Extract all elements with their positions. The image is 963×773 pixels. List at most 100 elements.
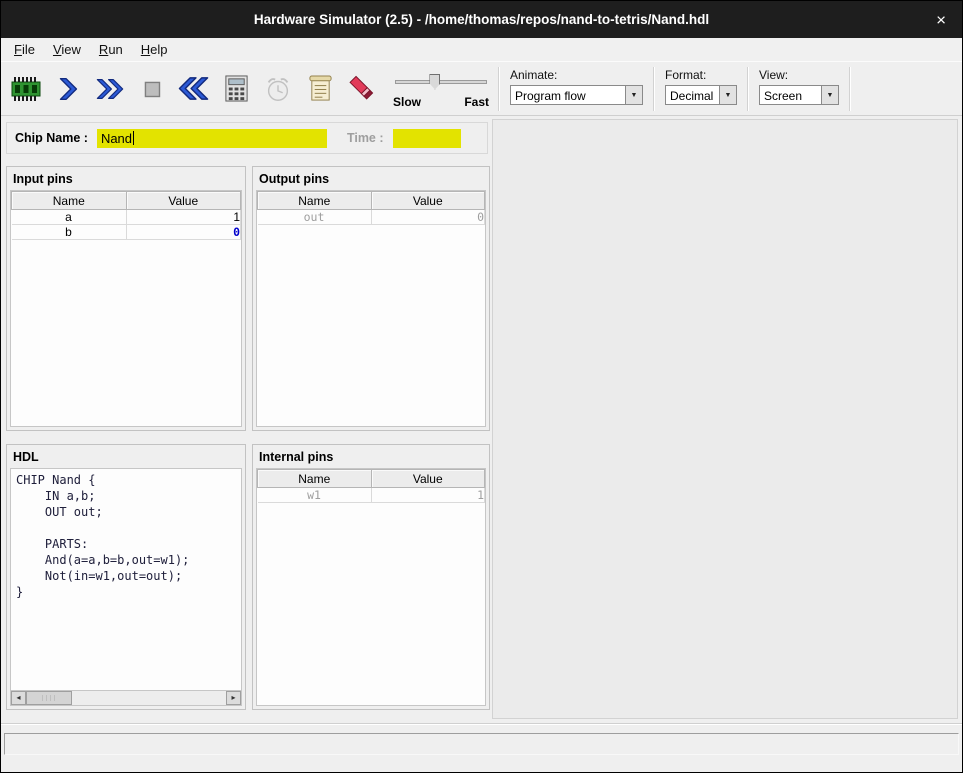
- breakpoints-button[interactable]: [215, 67, 257, 111]
- view-group: View: Screen ▼: [759, 62, 839, 105]
- hdl-code: CHIP Nand { IN a,b; OUT out; PARTS: And(…: [11, 469, 241, 690]
- animate-label: Animate:: [510, 68, 643, 82]
- single-step-icon: [53, 74, 83, 104]
- column-header-value: Value: [371, 470, 485, 488]
- animate-select[interactable]: Program flow ▼: [510, 85, 643, 105]
- table-row: w1 1: [258, 488, 485, 503]
- format-label: Format:: [665, 68, 737, 82]
- column-header-value: Value: [371, 192, 485, 210]
- slider-slow-label: Slow: [393, 95, 421, 109]
- speed-slider-group: Slow Fast: [393, 69, 489, 109]
- text-caret: [133, 131, 134, 145]
- single-step-button[interactable]: [47, 67, 89, 111]
- input-pins-panel: Input pins Name Value a: [6, 166, 246, 431]
- internal-pins-table: Name Value w1 1: [257, 469, 485, 503]
- slider-track: [395, 80, 487, 84]
- chevron-down-icon: ▼: [625, 86, 642, 104]
- chip-header-row: Chip Name : Nand Time :: [6, 122, 488, 154]
- internal-pins-table-viewport: Name Value w1 1: [256, 468, 486, 706]
- output-pins-table: Name Value out 0: [257, 191, 485, 225]
- animate-group: Animate: Program flow ▼: [510, 62, 643, 105]
- column-header-name: Name: [12, 192, 127, 210]
- reset-button[interactable]: [173, 67, 215, 111]
- eraser-icon: [347, 74, 377, 104]
- titlebar[interactable]: Hardware Simulator (2.5) - /home/thomas/…: [1, 1, 962, 38]
- column-header-value: Value: [126, 192, 241, 210]
- clear-button[interactable]: [341, 67, 383, 111]
- menu-file[interactable]: File: [5, 39, 44, 60]
- chip-name-label: Chip Name :: [15, 131, 88, 145]
- load-chip-button[interactable]: [5, 67, 47, 111]
- scroll-right-icon[interactable]: ▸: [226, 691, 241, 705]
- scroll-left-icon[interactable]: ◂: [11, 691, 26, 705]
- output-pins-table-viewport: Name Value out 0: [256, 190, 486, 427]
- chip-icon: [11, 75, 41, 103]
- calculator-icon: [223, 74, 250, 103]
- rewind-icon: [177, 73, 211, 104]
- column-header-name: Name: [258, 470, 372, 488]
- hardware-simulator-window: Hardware Simulator (2.5) - /home/thomas/…: [0, 0, 963, 773]
- view-select[interactable]: Screen ▼: [759, 85, 839, 105]
- output-pins-title: Output pins: [253, 167, 489, 190]
- chevron-down-icon: ▼: [821, 86, 838, 104]
- hdl-panel: HDL CHIP Nand { IN a,b; OUT out; PARTS: …: [6, 444, 246, 710]
- pin-name: out: [258, 210, 372, 225]
- slider-fast-label: Fast: [464, 95, 489, 109]
- clock-button: [257, 67, 299, 111]
- stop-button[interactable]: [131, 67, 173, 111]
- window-title: Hardware Simulator (2.5) - /home/thomas/…: [254, 12, 709, 27]
- pin-name: w1: [258, 488, 372, 503]
- load-script-button[interactable]: [299, 67, 341, 111]
- pin-value[interactable]: 0: [126, 225, 241, 240]
- stop-icon: [137, 74, 167, 104]
- horizontal-scrollbar[interactable]: ◂ ▸: [11, 690, 241, 705]
- pin-name: b: [12, 225, 127, 240]
- scrollbar-track[interactable]: [72, 691, 226, 705]
- format-group: Format: Decimal ▼: [665, 62, 737, 105]
- menu-help[interactable]: Help: [132, 39, 177, 60]
- menu-view[interactable]: View: [44, 39, 90, 60]
- pin-value: 1: [371, 488, 485, 503]
- hdl-viewport: CHIP Nand { IN a,b; OUT out; PARTS: And(…: [10, 468, 242, 706]
- pin-value[interactable]: 1: [126, 210, 241, 225]
- bottom-bar: [1, 723, 962, 772]
- chip-name-input[interactable]: Nand: [97, 129, 327, 148]
- table-row: out 0: [258, 210, 485, 225]
- internal-pins-panel: Internal pins Name Value w: [252, 444, 490, 710]
- menu-run[interactable]: Run: [90, 39, 132, 60]
- view-label: View:: [759, 68, 839, 82]
- output-pins-panel: Output pins Name Value out: [252, 166, 490, 431]
- pin-value: 0: [371, 210, 485, 225]
- slider-thumb[interactable]: [429, 74, 440, 90]
- menubar: File View Run Help: [1, 38, 962, 61]
- panels-grid: Input pins Name Value a: [6, 166, 488, 710]
- format-select[interactable]: Decimal ▼: [665, 85, 737, 105]
- fast-forward-icon: [94, 74, 127, 104]
- column-header-name: Name: [258, 192, 372, 210]
- left-column: Chip Name : Nand Time : Input pins: [1, 116, 490, 723]
- status-message-bar: [4, 733, 959, 755]
- chip-name-value: Nand: [97, 131, 132, 146]
- view-selected-value: Screen: [760, 86, 821, 104]
- time-field: [393, 129, 461, 148]
- toolbar-separator: [653, 67, 655, 111]
- run-button[interactable]: [89, 67, 131, 111]
- input-pins-table: Name Value a 1 b: [11, 191, 241, 240]
- scrollbar-thumb[interactable]: [26, 691, 72, 705]
- screen-view-panel: [492, 119, 958, 719]
- internal-pins-title: Internal pins: [253, 445, 489, 468]
- close-button[interactable]: ×: [936, 11, 946, 28]
- toolbar-separator: [747, 67, 749, 111]
- script-icon: [307, 74, 334, 103]
- animate-selected-value: Program flow: [511, 86, 625, 104]
- clock-icon: [263, 74, 293, 104]
- toolbar: Slow Fast Animate: Program flow ▼ Format…: [1, 61, 962, 116]
- format-selected-value: Decimal: [666, 86, 719, 104]
- table-row: b 0: [12, 225, 241, 240]
- speed-slider[interactable]: [393, 73, 489, 91]
- time-label: Time :: [347, 131, 384, 145]
- input-pins-table-viewport: Name Value a 1 b: [10, 190, 242, 427]
- toolbar-separator: [849, 67, 851, 111]
- hdl-title: HDL: [7, 445, 245, 468]
- pin-name: a: [12, 210, 127, 225]
